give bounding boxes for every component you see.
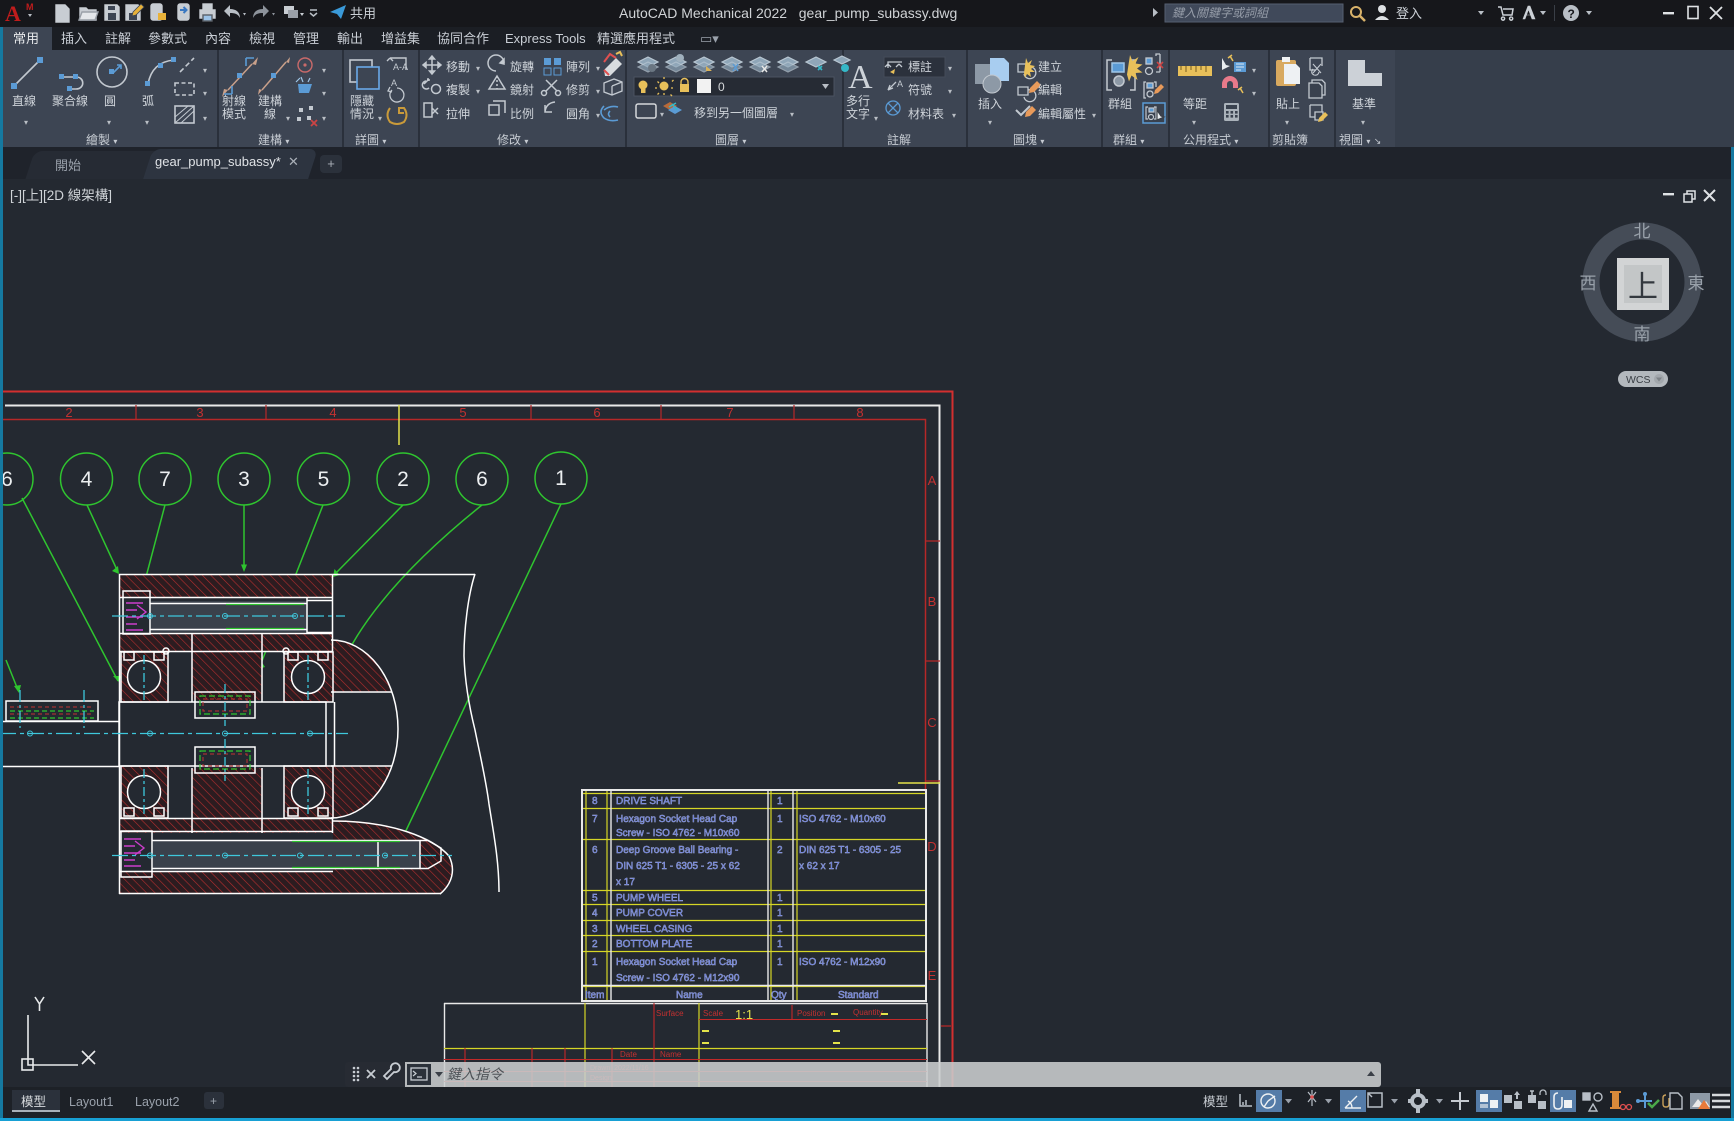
svg-text:5: 5	[459, 405, 466, 420]
svg-text:A: A	[897, 79, 903, 89]
svg-text:共用: 共用	[350, 6, 376, 21]
svg-text:7: 7	[726, 405, 733, 420]
svg-text:Hexagon Socket Head Cap: Hexagon Socket Head Cap	[616, 957, 738, 968]
svg-text:Name: Name	[660, 1050, 682, 1059]
svg-text:A: A	[391, 78, 397, 88]
svg-text:Hexagon Socket Head Cap: Hexagon Socket Head Cap	[616, 814, 738, 825]
svg-text:7: 7	[159, 468, 171, 491]
svg-text:6: 6	[592, 845, 598, 856]
svg-text:7: 7	[592, 814, 598, 825]
svg-text:ISO 4762 - M12x90: ISO 4762 - M12x90	[799, 957, 886, 968]
svg-text:1: 1	[777, 908, 783, 919]
svg-text:6: 6	[476, 468, 488, 491]
svg-text:1: 1	[592, 957, 598, 968]
svg-text:1: 1	[555, 467, 567, 490]
svg-text:1: 1	[777, 893, 783, 904]
svg-text:鍵入關鍵字或詞組: 鍵入關鍵字或詞組	[1172, 6, 1270, 20]
svg-text:BOTTOM PLATE: BOTTOM PLATE	[616, 939, 693, 950]
svg-text:Quantity: Quantity	[853, 1008, 883, 1017]
svg-text:Standard: Standard	[838, 990, 879, 1001]
svg-text:1: 1	[777, 814, 783, 825]
svg-text:DIN 625 T1 - 6305 - 25 x 62: DIN 625 T1 - 6305 - 25 x 62	[616, 861, 740, 872]
svg-text:x 17: x 17	[616, 877, 635, 888]
svg-text:A-A: A-A	[393, 62, 408, 72]
svg-text:南: 南	[1634, 325, 1651, 344]
svg-text:西: 西	[1580, 274, 1597, 293]
svg-text:PUMP COVER: PUMP COVER	[616, 908, 683, 919]
svg-text:4: 4	[592, 908, 598, 919]
svg-text:Position: Position	[797, 1009, 825, 1018]
svg-text:4: 4	[81, 468, 93, 491]
svg-text:Deep Groove Ball Bearing -: Deep Groove Ball Bearing -	[616, 845, 738, 856]
svg-text:WHEEL CASING: WHEEL CASING	[616, 924, 693, 935]
svg-text:上: 上	[1628, 271, 1658, 304]
svg-text:0: 0	[718, 80, 725, 94]
svg-text:1:1: 1:1	[735, 1007, 753, 1022]
svg-text:Date: Date	[620, 1050, 637, 1059]
svg-text:東: 東	[1688, 274, 1705, 293]
svg-text:北: 北	[1634, 222, 1651, 241]
svg-text:8: 8	[592, 796, 598, 807]
svg-text:2: 2	[65, 405, 72, 420]
svg-text:2: 2	[592, 939, 598, 950]
svg-text:4: 4	[329, 405, 336, 420]
svg-text:模型: 模型	[21, 1095, 46, 1109]
svg-text:5: 5	[592, 893, 598, 904]
svg-text:2: 2	[397, 468, 409, 491]
svg-text:8: 8	[856, 405, 863, 420]
svg-text:D: D	[927, 839, 936, 854]
svg-text:A: A	[848, 59, 873, 96]
svg-text:1: 1	[777, 957, 783, 968]
svg-text:x 62 x 17: x 62 x 17	[799, 861, 840, 872]
svg-text:Screw - ISO 4762 - M12x90: Screw - ISO 4762 - M12x90	[616, 973, 740, 984]
svg-text:E: E	[928, 968, 937, 983]
svg-text:1: 1	[777, 924, 783, 935]
svg-text:Screw - ISO 4762 - M10x60: Screw - ISO 4762 - M10x60	[616, 828, 740, 839]
svg-text:6: 6	[593, 405, 600, 420]
svg-text:2: 2	[777, 845, 783, 856]
svg-text:[-][上][2D 線架構]: [-][上][2D 線架構]	[10, 188, 112, 203]
svg-text:Surface: Surface	[656, 1009, 684, 1018]
svg-text:5: 5	[318, 468, 330, 491]
svg-text:C: C	[927, 715, 936, 730]
svg-text:Item: Item	[585, 990, 604, 1001]
svg-text:Layout2: Layout2	[135, 1095, 180, 1109]
svg-text:3: 3	[196, 405, 203, 420]
svg-text:1: 1	[777, 939, 783, 950]
svg-text:+: +	[210, 1094, 217, 1108]
svg-text:鍵入指令: 鍵入指令	[443, 1066, 505, 1082]
svg-text:?: ?	[1568, 7, 1575, 21]
svg-text:1: 1	[777, 796, 783, 807]
svg-text:ISO 4762 - M10x60: ISO 4762 - M10x60	[799, 814, 886, 825]
svg-text:A: A	[5, 1, 21, 26]
svg-text:M: M	[26, 2, 34, 12]
svg-text:DIN 625 T1 - 6305 - 25: DIN 625 T1 - 6305 - 25	[799, 845, 902, 856]
svg-text:AutoCAD Mechanical 2022 gear: AutoCAD Mechanical 2022 gear_pump_subass…	[619, 5, 957, 21]
svg-text:模型: 模型	[1203, 1095, 1228, 1109]
svg-text:Qty: Qty	[771, 990, 787, 1001]
svg-text:登入: 登入	[1396, 6, 1422, 21]
svg-text:A: A	[928, 473, 937, 488]
svg-text:Name: Name	[676, 990, 703, 1001]
svg-text:WCS: WCS	[1626, 374, 1651, 386]
svg-text:PUMP WHEEL: PUMP WHEEL	[616, 893, 683, 904]
svg-text:B: B	[928, 594, 937, 609]
svg-text:3: 3	[592, 924, 598, 935]
svg-text:Layout1: Layout1	[69, 1095, 114, 1109]
svg-text:3: 3	[238, 468, 250, 491]
svg-text:DRIVE SHAFT: DRIVE SHAFT	[616, 796, 682, 807]
svg-text:Scale: Scale	[703, 1009, 724, 1018]
